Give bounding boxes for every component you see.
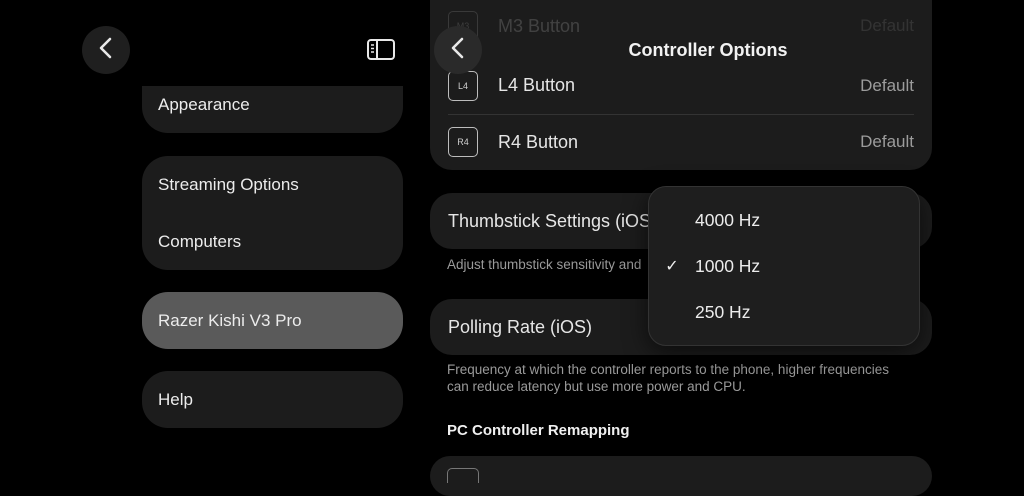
row-value: Default	[860, 132, 914, 151]
l4-key-icon: L4	[448, 70, 478, 101]
sidebar-item-label: Computers	[158, 231, 242, 251]
sidebar-item-label: Appearance	[158, 95, 250, 114]
appearance-card: Appearance	[142, 86, 403, 133]
buttons-list-panel: M3 M3 Button Default L4 L4 Button Defaul…	[430, 0, 932, 170]
row-label: R4 Button	[498, 131, 579, 152]
streaming-card: Streaming Options Computers	[142, 156, 403, 270]
row-label: M3 Button	[498, 15, 581, 36]
row-value: Default	[860, 75, 914, 95]
sidebar-item-streaming-options[interactable]: Streaming Options	[142, 156, 403, 213]
sidebar-item-label: Streaming Options	[158, 174, 299, 194]
sidebar-item-razer-kishi[interactable]: Razer Kishi V3 Pro	[142, 292, 403, 349]
sidebar-item-help[interactable]: Help	[142, 371, 403, 428]
chevron-left-icon	[98, 37, 114, 64]
polling-caption-line2: can reduce latency but use more power an…	[447, 379, 746, 394]
remap-section-title: PC Controller Remapping	[447, 422, 630, 439]
sidebar-toggle-button[interactable]	[366, 38, 396, 67]
chevron-left-icon	[450, 37, 466, 64]
page-title: Controller Options	[628, 40, 788, 60]
menu-item-label: 1000 Hz	[695, 255, 761, 276]
polling-caption-line1: Frequency at which the controller report…	[447, 362, 890, 377]
sidebar-item-computers[interactable]: Computers	[142, 213, 403, 270]
sidebar-item-label: Razer Kishi V3 Pro	[158, 310, 302, 330]
menu-item-1000hz[interactable]: ✓ 1000 Hz	[649, 246, 919, 286]
header-back-button[interactable]	[434, 26, 482, 74]
thumbstick-caption: Adjust thumbstick sensitivity and	[447, 257, 642, 272]
row-value: Default	[860, 16, 914, 35]
list-item-l4[interactable]: L4 L4 Button Default	[448, 57, 914, 115]
r4-key-icon: R4	[448, 127, 478, 157]
list-item-r4[interactable]: R4 R4 Button Default	[430, 114, 932, 170]
menu-item-250hz[interactable]: 250 Hz	[649, 292, 919, 332]
menu-item-4000hz[interactable]: 4000 Hz	[649, 200, 919, 240]
menu-item-label: 250 Hz	[695, 301, 751, 322]
sidebar-item-appearance[interactable]: Appearance	[142, 86, 403, 124]
menu-item-label: 4000 Hz	[695, 209, 761, 230]
back-button[interactable]	[82, 26, 130, 74]
row-label: L4 Button	[498, 75, 576, 95]
sidebar-toggle-icon	[366, 39, 396, 66]
polling-rate-menu: 4000 Hz ✓ 1000 Hz 250 Hz	[648, 186, 920, 346]
remap-list-panel	[430, 456, 932, 496]
remap-key-icon	[447, 468, 479, 483]
sidebar-item-label: Help	[158, 389, 193, 409]
checkmark-icon: ✓	[665, 258, 679, 275]
